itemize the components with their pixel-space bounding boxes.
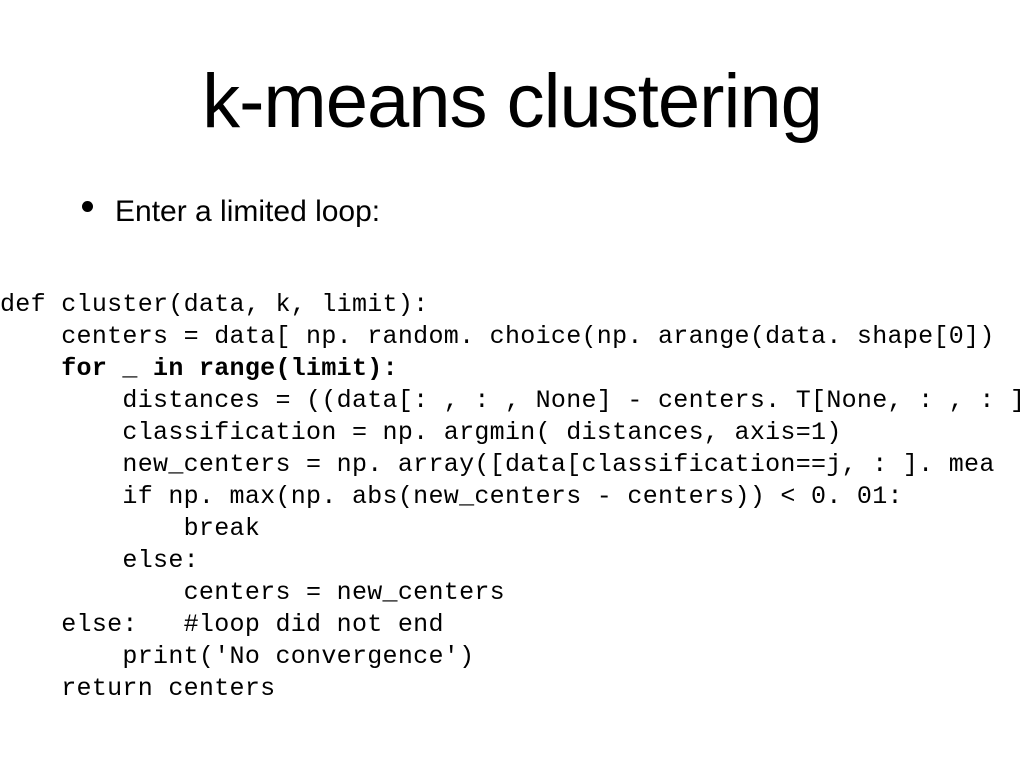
bullet-dot-icon [82,201,93,212]
code-line: def cluster(data, k, limit): [0,290,428,319]
code-block: def cluster(data, k, limit): centers = d… [0,289,1024,705]
bullet-text: Enter a limited loop: [115,195,380,229]
code-line: else: [0,546,199,575]
code-line-bold: for _ in range(limit): [61,354,398,383]
code-line: else: #loop did not end [0,610,444,639]
code-line: return centers [0,674,275,703]
code-line: centers = data[ np. random. choice(np. a… [0,322,995,351]
code-line: print('No convergence') [0,642,474,671]
code-line: classification = np. argmin( distances, … [0,418,842,447]
slide: k-means clustering Enter a limited loop:… [0,0,1024,768]
slide-title: k-means clustering [0,0,1024,195]
code-line: distances = ((data[: , : , None] - cente… [0,386,1024,415]
code-line: centers = new_centers [0,578,505,607]
code-line: new_centers = np. array([data[classifica… [0,450,995,479]
code-line: break [0,514,260,543]
code-line: if np. max(np. abs(new_centers - centers… [0,482,903,511]
bullet-item: Enter a limited loop: [0,195,1024,229]
code-line [0,354,61,383]
